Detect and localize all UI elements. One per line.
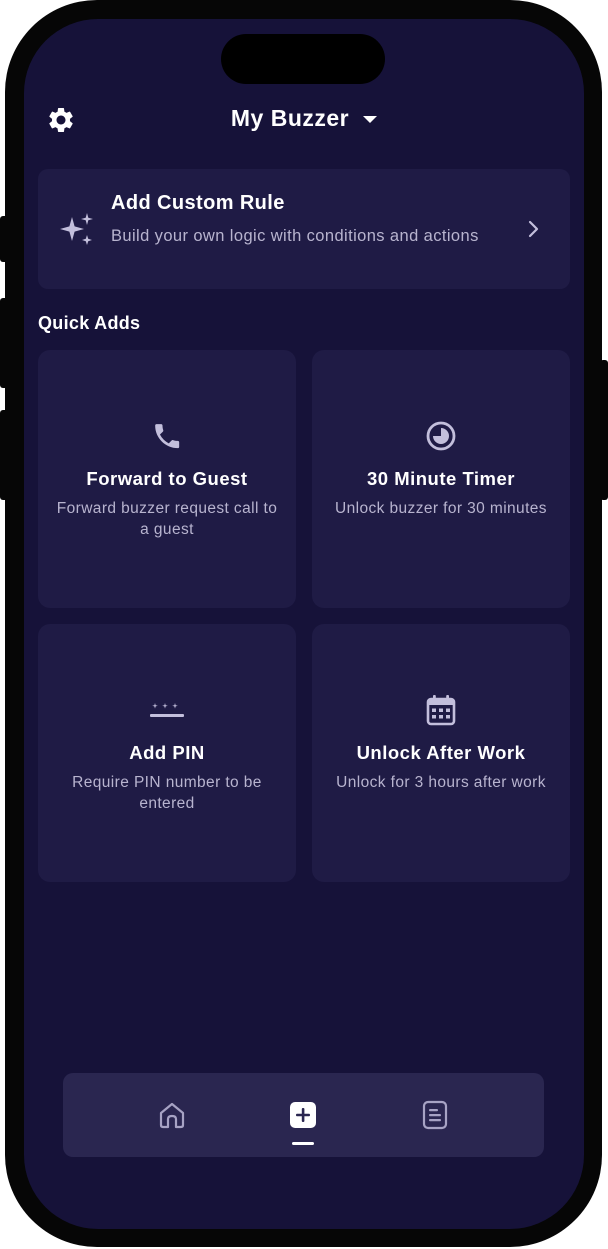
pin-icon — [147, 690, 187, 730]
calendar-icon — [421, 690, 461, 730]
sparkles-icon — [58, 211, 96, 249]
quick-add-unlock-after-work[interactable]: Unlock After Work Unlock for 3 hours aft… — [312, 624, 570, 882]
phone-icon — [147, 416, 187, 456]
tile-subtitle: Unlock for 3 hours after work — [336, 774, 546, 791]
power-button — [600, 360, 608, 500]
chevron-right-icon — [526, 219, 542, 239]
active-tab-indicator — [292, 1142, 314, 1145]
page-title: My Buzzer — [230, 105, 350, 131]
add-custom-rule-card[interactable]: Add Custom Rule Build your own logic wit… — [38, 169, 570, 289]
app-header: My Buzzer — [24, 99, 584, 139]
tile-title: Unlock After Work — [356, 742, 526, 763]
home-icon[interactable] — [152, 1095, 192, 1135]
document-icon[interactable] — [415, 1095, 455, 1135]
bottom-nav — [63, 1073, 544, 1157]
custom-rule-title: Add Custom Rule — [111, 192, 285, 214]
volume-up-button — [0, 298, 8, 388]
quick-adds-heading: Quick Adds — [38, 313, 141, 333]
tile-subtitle: Unlock buzzer for 30 minutes — [335, 500, 547, 517]
tile-subtitle: Forward buzzer request call to a guest — [56, 500, 278, 538]
tile-title: 30 Minute Timer — [366, 468, 515, 489]
dynamic-island — [221, 34, 385, 84]
custom-rule-subtitle: Build your own logic with conditions and… — [111, 227, 479, 245]
timer-icon — [421, 416, 461, 456]
quick-add-add-pin[interactable]: Add PIN Require PIN number to be entered — [38, 624, 296, 882]
tile-title: Add PIN — [129, 742, 205, 763]
tile-title: Forward to Guest — [86, 468, 248, 489]
add-square-icon[interactable] — [283, 1095, 323, 1135]
quick-add-forward-to-guest[interactable]: Forward to Guest Forward buzzer request … — [38, 350, 296, 608]
caret-down-icon — [363, 116, 378, 123]
app-screen: My Buzzer Add Custom Rule Build your own… — [24, 19, 584, 1229]
tile-subtitle: Require PIN number to be entered — [72, 774, 262, 812]
buzzer-selector[interactable]: My Buzzer — [24, 105, 584, 132]
volume-down-button — [0, 410, 8, 500]
quick-add-30-minute-timer[interactable]: 30 Minute Timer Unlock buzzer for 30 min… — [312, 350, 570, 608]
action-button — [0, 216, 8, 262]
